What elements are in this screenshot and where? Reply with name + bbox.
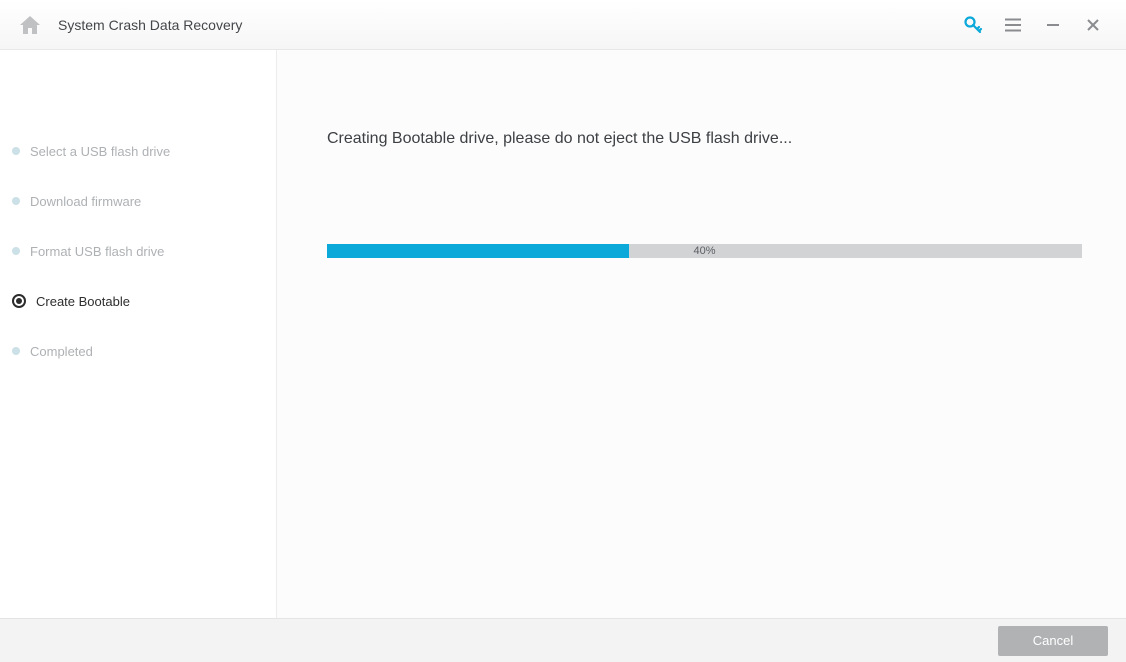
- close-button[interactable]: [1082, 14, 1104, 36]
- sidebar: Select a USB flash drive Download firmwa…: [0, 50, 277, 618]
- step-label: Select a USB flash drive: [30, 144, 170, 159]
- footer: Cancel: [0, 618, 1126, 662]
- sidebar-step-completed: Completed: [0, 326, 276, 376]
- cancel-button[interactable]: Cancel: [998, 626, 1108, 656]
- step-label: Create Bootable: [36, 294, 130, 309]
- sidebar-step-download-firmware: Download firmware: [0, 176, 276, 226]
- progress-percent-label: 40%: [693, 245, 715, 257]
- content: Select a USB flash drive Download firmwa…: [0, 50, 1126, 618]
- key-icon[interactable]: [962, 14, 984, 36]
- sidebar-step-format-usb: Format USB flash drive: [0, 226, 276, 276]
- sidebar-step-create-bootable: Create Bootable: [0, 276, 276, 326]
- progress-bar: 40%: [327, 244, 1082, 258]
- step-bullet-icon: [12, 347, 20, 355]
- step-bullet-icon: [12, 147, 20, 155]
- step-bullet-icon: [12, 247, 20, 255]
- home-icon[interactable]: [20, 16, 40, 34]
- step-bullet-icon: [12, 197, 20, 205]
- step-label: Completed: [30, 344, 93, 359]
- titlebar: System Crash Data Recovery: [0, 0, 1126, 50]
- step-bullet-active-icon: [12, 294, 26, 308]
- minimize-button[interactable]: [1042, 14, 1064, 36]
- title-actions: [962, 14, 1116, 36]
- sidebar-step-select-usb: Select a USB flash drive: [0, 126, 276, 176]
- status-text: Creating Bootable drive, please do not e…: [327, 130, 1082, 148]
- step-label: Format USB flash drive: [30, 244, 164, 259]
- app-title: System Crash Data Recovery: [58, 17, 242, 33]
- main-panel: Creating Bootable drive, please do not e…: [277, 50, 1126, 618]
- progress-fill: [327, 244, 629, 258]
- hamburger-icon[interactable]: [1002, 14, 1024, 36]
- step-label: Download firmware: [30, 194, 141, 209]
